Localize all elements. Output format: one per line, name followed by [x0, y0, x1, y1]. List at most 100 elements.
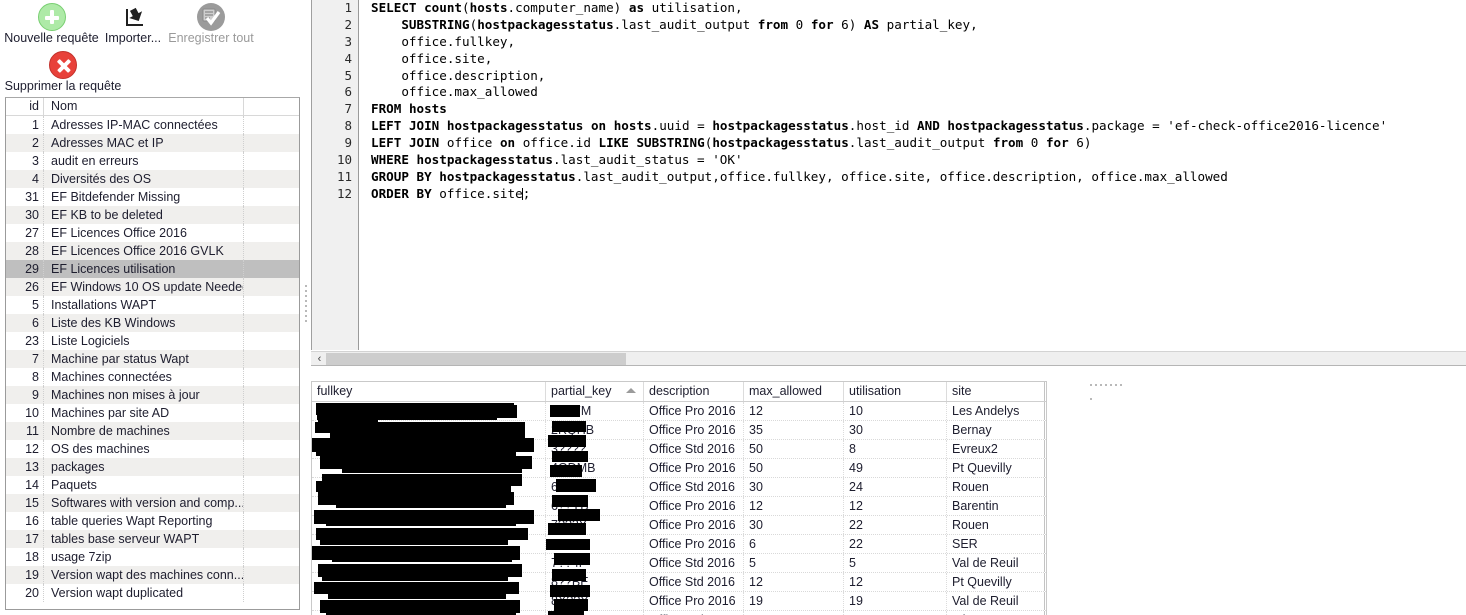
results-row[interactable]: 7??4P Office Std 2016 5 5 Val de Reuil	[312, 554, 1046, 573]
query-list-row[interactable]: 27 EF Licences Office 2016	[6, 224, 299, 242]
query-row-name: EF Licences Office 2016 GVLK	[44, 242, 244, 260]
query-list-row[interactable]: 23 Liste Logiciels	[6, 332, 299, 350]
results-cell-utilisation: 22	[844, 535, 947, 553]
results-row[interactable]: 8X??Y Office Pro 2016 19 19 Val de Reuil	[312, 592, 1046, 611]
query-list-row[interactable]: 3 audit en erreurs	[6, 152, 299, 170]
query-row-blank	[244, 404, 299, 422]
scrollbar-thumb[interactable]	[326, 353, 626, 365]
results-cell-max-allowed: 19	[744, 592, 844, 610]
query-list-row[interactable]: 2 Adresses MAC et IP	[6, 134, 299, 152]
scroll-left-arrow[interactable]: ‹	[314, 353, 325, 365]
query-list-row[interactable]: 10 Machines par site AD	[6, 404, 299, 422]
results-row[interactable]: 8??BE Office Std 2016 12 12 Pt Quevilly	[312, 573, 1046, 592]
query-list-row[interactable]: 28 EF Licences Office 2016 GVLK	[6, 242, 299, 260]
query-list-row[interactable]: 13 packages	[6, 458, 299, 476]
results-column-header-fullkey[interactable]: fullkey	[312, 382, 546, 401]
sql-editor[interactable]: 1 2 3 4 5 6 7 8 9 10 11 12 SELECT count(hosts.compu…	[311, 0, 1466, 350]
new-query-label: Nouvelle requête	[4, 31, 99, 45]
sql-line: SELECT count(hosts.computer_name) as uti…	[371, 0, 743, 15]
new-query-button[interactable]: Nouvelle requête	[4, 3, 99, 45]
query-list-row[interactable]: 8 Machines connectées	[6, 368, 299, 386]
query-row-blank	[244, 206, 299, 224]
query-row-name: packages	[44, 458, 244, 476]
results-row[interactable]: 6??YB Office Pro 2016 12 12 Barentin	[312, 497, 1046, 516]
query-list-row[interactable]: 9 Machines non mises à jour	[6, 386, 299, 404]
query-list-row[interactable]: 19 Version wapt des machines conn...	[6, 566, 299, 584]
line-number: 2	[344, 16, 352, 32]
results-column-header-utilisation[interactable]: utilisation	[844, 382, 947, 401]
line-number: 11	[336, 168, 352, 184]
line-number: 3	[344, 33, 352, 49]
query-list[interactable]: id Nom 1 Adresses IP-MAC connectées 2 Adres…	[5, 97, 300, 610]
query-list-row[interactable]: 1 Adresses IP-MAC connectées	[6, 116, 299, 134]
results-cell-partial-key: 7??3Y	[546, 535, 644, 553]
results-column-header-max-allowed[interactable]: max_allowed	[744, 382, 844, 401]
line-number: 6	[344, 84, 352, 100]
query-list-row[interactable]: 18 usage 7zip	[6, 548, 299, 566]
column-header-blank[interactable]	[244, 98, 299, 115]
results-column-header-site[interactable]: site	[947, 382, 1045, 401]
results-row[interactable]: 7??3Y Office Pro 2016 6 22 SER	[312, 535, 1046, 554]
results-cell-utilisation: 49	[844, 459, 947, 477]
query-list-row[interactable]: 17 tables base serveur WAPT	[6, 530, 299, 548]
query-list-row[interactable]: 29 EF Licences utilisation	[6, 260, 299, 278]
results-cell-fullkey	[312, 497, 546, 515]
results-row[interactable]: 6??12 Office Std 2016 30 24 Rouen	[312, 478, 1046, 497]
query-list-row[interactable]: 30 EF KB to be deleted	[6, 206, 299, 224]
results-cell-fullkey	[312, 611, 546, 615]
query-row-blank	[244, 548, 299, 566]
results-row[interactable]: 2N?7M Office Pro 2016 12 10 Les Andelys	[312, 402, 1046, 421]
query-row-id: 6	[6, 314, 44, 332]
query-row-name: EF Licences Office 2016	[44, 224, 244, 242]
results-cell-description: Office Pro 2016	[644, 592, 744, 610]
query-list-row[interactable]: 15 Softwares with version and comp...	[6, 494, 299, 512]
results-row[interactable]: 9??M3Office Std 20162010Fé	[312, 611, 1046, 615]
query-list-row[interactable]: 26 EF Windows 10 OS update Needed	[6, 278, 299, 296]
results-row[interactable]: 7??3Y Office Pro 2016 30 22 Rouen	[312, 516, 1046, 535]
query-row-id: 2	[6, 134, 44, 152]
results-cell-utilisation: 10	[844, 402, 947, 420]
column-header-nom[interactable]: Nom	[44, 98, 244, 115]
query-list-row[interactable]: 4 Diversités des OS	[6, 170, 299, 188]
results-column-header-partial-key[interactable]: partial_key	[546, 382, 644, 401]
query-row-id: 13	[6, 458, 44, 476]
horizontal-splitter[interactable]	[1090, 375, 1128, 400]
delete-query-button[interactable]: Supprimer la requête	[4, 51, 122, 93]
query-row-blank	[244, 566, 299, 584]
query-list-row[interactable]: 31 EF Bitdefender Missing	[6, 188, 299, 206]
sql-line: office.site,	[371, 50, 493, 66]
query-row-id: 18	[6, 548, 44, 566]
query-row-id: 10	[6, 404, 44, 422]
query-row-blank	[244, 386, 299, 404]
query-list-row[interactable]: 16 table queries Wapt Reporting	[6, 512, 299, 530]
results-row[interactable]: 4GDMB Office Pro 2016 50 49 Pt Quevilly	[312, 459, 1046, 478]
query-list-row[interactable]: 5 Installations WAPT	[6, 296, 299, 314]
results-column-header-description[interactable]: description	[644, 382, 744, 401]
column-header-id[interactable]: id	[6, 98, 44, 115]
sql-code-area[interactable]: SELECT count(hosts.computer_name) as uti…	[360, 0, 1466, 350]
results-row[interactable]: 2RQHB Office Pro 2016 35 30 Bernay	[312, 421, 1046, 440]
sql-line: office.max_allowed	[371, 84, 538, 100]
results-cell-max-allowed: 35	[744, 421, 844, 439]
delete-circle-icon	[49, 51, 77, 79]
query-row-blank	[244, 188, 299, 206]
results-cell-fullkey	[312, 402, 546, 420]
save-all-button[interactable]: Enregistrer tout	[166, 3, 256, 45]
query-list-row[interactable]: 7 Machine par status Wapt	[6, 350, 299, 368]
query-list-row[interactable]: 20 Version wapt duplicated	[6, 584, 299, 602]
vertical-splitter[interactable]	[303, 0, 310, 615]
results-cell-max-allowed: 30	[744, 516, 844, 534]
line-number: 10	[336, 152, 352, 168]
results-cell-site: Val de Reuil	[947, 554, 1045, 572]
query-list-row[interactable]: 12 OS des machines	[6, 440, 299, 458]
query-list-row[interactable]: 6 Liste des KB Windows	[6, 314, 299, 332]
results-grid[interactable]: fullkey partial_key description max_allowed…	[311, 381, 1047, 615]
editor-horizontal-scrollbar[interactable]: ‹	[311, 351, 1466, 366]
line-number: 8	[344, 118, 352, 134]
results-cell-fullkey	[312, 592, 546, 610]
import-button[interactable]: Importer...	[100, 3, 166, 45]
query-list-row[interactable]: 11 Nombre de machines	[6, 422, 299, 440]
query-row-blank	[244, 170, 299, 188]
results-row[interactable]: 3???? Office Std 2016 50 8 Evreux2	[312, 440, 1046, 459]
query-list-row[interactable]: 14 Paquets	[6, 476, 299, 494]
